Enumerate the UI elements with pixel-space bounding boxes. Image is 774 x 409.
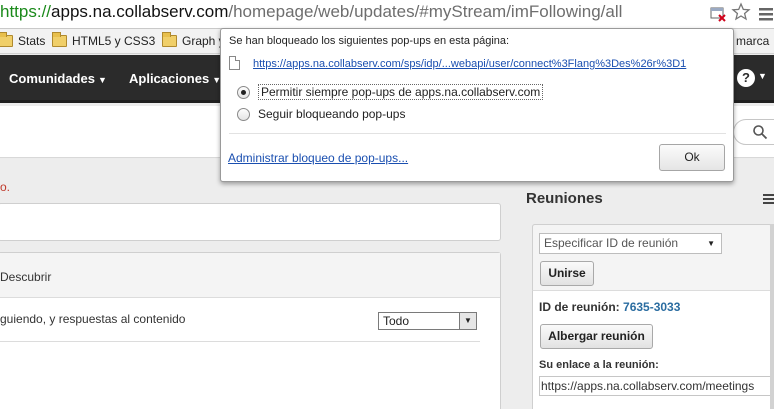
- ok-button[interactable]: Ok: [659, 144, 725, 171]
- bookmark-label: Graph y: [182, 34, 225, 48]
- meeting-id-select[interactable]: Especificar ID de reunión ▼: [539, 233, 722, 254]
- meeting-id-placeholder: Especificar ID de reunión: [544, 236, 679, 250]
- tab-descubrir[interactable]: Descubrir: [0, 270, 51, 284]
- url-text[interactable]: https://apps.na.collabserv.com/homepage/…: [0, 2, 622, 22]
- bookmark-label: HTML5 y CSS3: [72, 34, 156, 48]
- browser-window: https://apps.na.collabserv.com/homepage/…: [0, 0, 774, 409]
- popup-blocked-icon[interactable]: [710, 6, 726, 22]
- radio-block-label: Seguir bloqueando pop-ups: [258, 107, 406, 121]
- stream-filter-select[interactable]: Todo ▼: [378, 312, 477, 330]
- meeting-link-field[interactable]: https://apps.na.collabserv.com/meetings: [539, 376, 774, 396]
- meetings-title: Reuniones: [526, 190, 603, 207]
- folder-icon: [162, 32, 177, 47]
- stream-description: guiendo, y respuestas al contenido: [0, 312, 186, 326]
- filter-value: Todo: [383, 314, 410, 328]
- address-bar[interactable]: https://apps.na.collabserv.com/homepage/…: [0, 0, 774, 29]
- search-icon[interactable]: [752, 124, 768, 140]
- bookmark-label: Stats: [18, 34, 46, 48]
- stream-panel: [0, 252, 501, 409]
- scrollbar[interactable]: [770, 224, 774, 409]
- widget-menu-icon[interactable]: [763, 194, 774, 204]
- blocked-popup-link[interactable]: https://apps.na.collabserv.com/sps/idp/.…: [253, 58, 686, 70]
- radio-allow-popups[interactable]: Permitir siempre pop-ups de apps.na.coll…: [237, 84, 544, 100]
- nav-label: Aplicaciones: [129, 71, 210, 86]
- radio-keep-blocking[interactable]: Seguir bloqueando pop-ups: [237, 106, 405, 122]
- meeting-id-row: ID de reunión: 7635-3033: [539, 300, 680, 314]
- caret-down-icon: ▼: [97, 75, 107, 85]
- divider: [229, 133, 726, 134]
- meeting-id-label: ID de reunión:: [539, 300, 620, 314]
- folder-icon: [52, 32, 67, 47]
- stream-panel-header: [0, 253, 500, 298]
- popup-title: Se han bloqueado los siguientes pop-ups …: [229, 35, 510, 47]
- radio-allow-label: Permitir siempre pop-ups de apps.na.coll…: [258, 84, 544, 100]
- bookmark-star-icon[interactable]: [731, 2, 751, 22]
- bookmark-graph[interactable]: Graph y: [162, 32, 225, 49]
- url-scheme: https://: [0, 2, 52, 21]
- host-meeting-button[interactable]: Albergar reunión: [540, 324, 653, 349]
- divider: [0, 341, 480, 342]
- url-path: /homepage/web/updates/#myStream/imFollow…: [228, 2, 623, 21]
- bookmark-stats[interactable]: Stats: [0, 32, 46, 49]
- join-button[interactable]: Unirse: [540, 261, 594, 286]
- hint-text: o.: [0, 180, 11, 194]
- help-icon[interactable]: ?: [737, 69, 755, 87]
- status-update-input[interactable]: [0, 203, 501, 241]
- nav-comunidades[interactable]: Comunidades ▼: [9, 71, 107, 86]
- meeting-id-value[interactable]: 7635-3033: [623, 300, 680, 314]
- caret-down-icon[interactable]: ▼: [758, 71, 767, 81]
- bookmark-html5[interactable]: HTML5 y CSS3: [52, 32, 156, 49]
- radio-unchecked-icon[interactable]: [237, 107, 250, 121]
- folder-icon: [0, 32, 13, 47]
- radio-checked-icon[interactable]: [237, 85, 250, 99]
- nav-label: Comunidades: [9, 71, 95, 86]
- chevron-down-icon: ▼: [459, 313, 476, 329]
- url-host: apps.na.collabserv.com: [51, 2, 229, 21]
- manage-popup-blocking-link[interactable]: Administrar bloqueo de pop-ups...: [228, 151, 408, 165]
- meeting-link-label: Su enlace a la reunión:: [539, 359, 659, 371]
- browser-menu-icon[interactable]: [756, 4, 774, 24]
- nav-aplicaciones[interactable]: Aplicaciones ▼: [129, 71, 221, 86]
- page-icon: [229, 56, 240, 70]
- caret-down-icon: ▼: [707, 239, 715, 248]
